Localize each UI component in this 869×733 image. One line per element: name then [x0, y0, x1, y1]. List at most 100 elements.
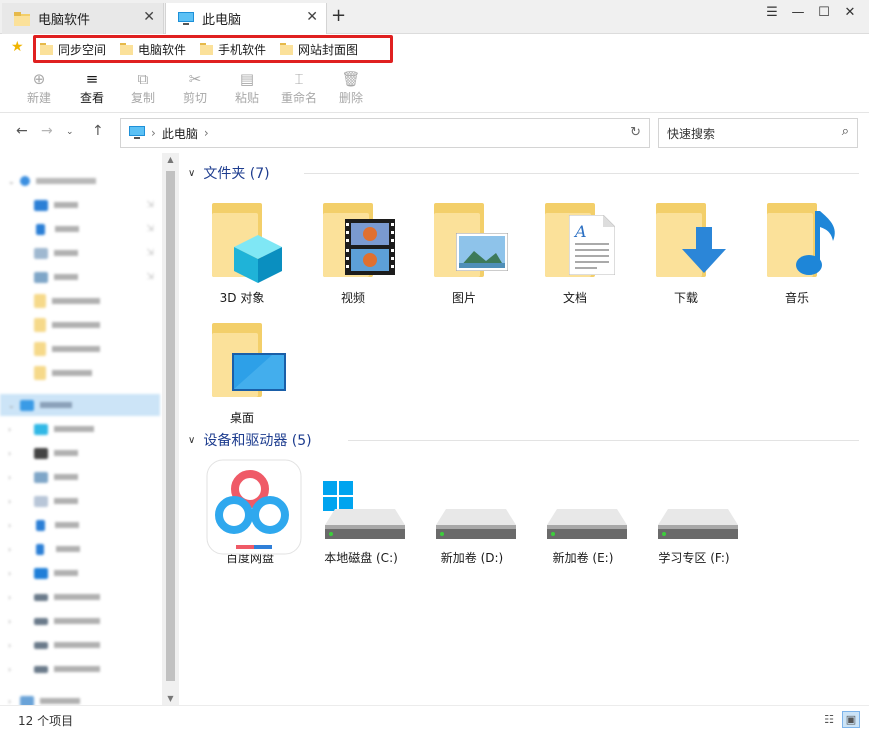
nav-item[interactable]: › — [0, 418, 160, 440]
close-tab-icon[interactable]: ✕ — [143, 9, 155, 25]
back-arrow-icon[interactable]: ← — [16, 123, 28, 139]
drive-tile-f[interactable]: 学习专区 (F:) — [640, 457, 748, 575]
navigation-pane: ⌄ ⇲ ⇲ ⇲ ⇲ ⌄ › › › › › › › › › › › › — [0, 160, 162, 705]
folder-icon — [280, 43, 294, 55]
copy-label: 复制 — [130, 91, 155, 105]
favorite-item[interactable]: 同步空间 — [40, 41, 106, 58]
baidu-netdisk-icon — [202, 457, 302, 555]
group-divider — [304, 173, 859, 174]
scroll-thumb[interactable] — [166, 171, 175, 681]
copy-icon: ⧉ — [137, 70, 149, 88]
rename-label: 重命名 — [280, 91, 317, 105]
nav-item[interactable]: › — [0, 442, 160, 464]
delete-button[interactable]: 🗑︎ 删除 — [331, 69, 371, 106]
drive-tile-c[interactable]: 本地磁盘 (C:) — [307, 457, 415, 575]
scroll-up-icon[interactable]: ▲ — [162, 155, 179, 164]
close-tab-icon[interactable]: ✕ — [306, 9, 318, 25]
drive-tile-e[interactable]: 新加卷 (E:) — [529, 457, 637, 575]
drives-group-header[interactable]: ∨ 设备和驱动器 (5) — [188, 428, 859, 452]
drive-label: 本地磁盘 (C:) — [324, 551, 398, 565]
drive-label: 学习专区 (F:) — [658, 551, 730, 565]
nav-item[interactable] — [0, 290, 160, 312]
nav-item[interactable]: › — [0, 514, 160, 536]
folder-tile-pictures[interactable]: 图片 — [410, 197, 518, 315]
tab-software[interactable]: 电脑软件 ✕ — [2, 3, 164, 34]
nav-item[interactable]: › — [0, 610, 160, 632]
large-icons-view-icon[interactable]: ▣ — [842, 711, 860, 728]
tab-this-pc[interactable]: 此电脑 ✕ — [165, 3, 327, 34]
nav-item[interactable]: › — [0, 562, 160, 584]
folder-tile-desktop[interactable]: 桌面 — [188, 317, 296, 435]
folders-group-header[interactable]: ∨ 文件夹 (7) — [188, 161, 859, 185]
search-placeholder: 快速搜索 — [667, 126, 716, 141]
close-window-button[interactable]: ✕ — [837, 5, 863, 20]
folder-tile-documents[interactable]: A 文档 — [521, 197, 629, 315]
star-icon[interactable]: ★ — [11, 39, 24, 55]
nav-item[interactable]: ⌄ — [0, 170, 160, 192]
folder-label: 图片 — [451, 291, 476, 305]
favorite-item[interactable]: 网站封面图 — [280, 41, 358, 58]
nav-item[interactable]: › — [0, 690, 160, 705]
address-row: ← → ⌄ ↑ › 此电脑 › ↻ 快速搜索 ⌕ — [0, 113, 869, 153]
delete-label: 删除 — [338, 91, 363, 105]
view-button[interactable]: ≡ 查看 — [72, 69, 112, 106]
new-tab-button[interactable]: + — [331, 6, 346, 26]
copy-button[interactable]: ⧉ 复制 — [123, 69, 163, 106]
chevron-down-icon[interactable]: ∨ — [188, 168, 195, 179]
chevron-down-icon[interactable]: ∨ — [188, 435, 195, 446]
cut-button[interactable]: ✂ 剪切 — [175, 69, 215, 106]
folder-label: 音乐 — [784, 291, 809, 305]
nav-item[interactable]: › — [0, 658, 160, 680]
cut-label: 剪切 — [182, 91, 207, 105]
minimize-button[interactable]: — — [785, 5, 811, 20]
nav-item[interactable]: › — [0, 634, 160, 656]
svg-text:A: A — [573, 222, 587, 241]
refresh-icon[interactable]: ↻ — [630, 125, 641, 140]
details-view-icon[interactable]: ☷ — [820, 711, 838, 728]
nav-item[interactable]: ⇲ — [0, 242, 160, 264]
menu-icon[interactable]: ☰ — [759, 5, 785, 20]
drive-tile-d[interactable]: 新加卷 (D:) — [418, 457, 526, 575]
favorite-label: 网站封面图 — [298, 42, 359, 57]
nav-item[interactable]: ⇲ — [0, 266, 160, 288]
folder-label: 文档 — [562, 291, 587, 305]
search-input[interactable]: 快速搜索 ⌕ — [658, 118, 858, 148]
nav-item[interactable] — [0, 314, 160, 336]
system-drive-icon — [313, 457, 409, 545]
nav-item[interactable]: › — [0, 586, 160, 608]
forward-arrow-icon[interactable]: → — [41, 123, 53, 139]
nav-item[interactable] — [0, 362, 160, 384]
scroll-down-icon[interactable]: ▼ — [162, 694, 179, 703]
nav-item[interactable]: ⇲ — [0, 218, 160, 240]
favorite-label: 手机软件 — [218, 42, 267, 57]
nav-item[interactable] — [0, 338, 160, 360]
paste-button[interactable]: ▤ 粘贴 — [227, 69, 267, 106]
drive-tile-baidu[interactable]: 百度网盘 — [196, 457, 304, 575]
nav-item[interactable]: › — [0, 466, 160, 488]
folder-tile-downloads[interactable]: 下载 — [632, 197, 740, 315]
favorite-item[interactable]: 电脑软件 — [120, 41, 186, 58]
recent-chevron-icon[interactable]: ⌄ — [66, 127, 74, 137]
address-bar[interactable]: › 此电脑 › ↻ — [120, 118, 650, 148]
title-bar: 电脑软件 ✕ 此电脑 ✕ + ☰ — ☐ ✕ — [0, 0, 869, 34]
favorite-item[interactable]: 手机软件 — [200, 41, 266, 58]
computer-icon — [178, 11, 194, 25]
search-icon[interactable]: ⌕ — [842, 124, 849, 139]
nav-item[interactable]: › — [0, 538, 160, 560]
breadcrumb-this-pc[interactable]: 此电脑 — [162, 125, 198, 142]
folder-icon — [40, 43, 53, 55]
rename-button[interactable]: ⌶ 重命名 — [279, 69, 319, 106]
folder-tile-music[interactable]: 音乐 — [743, 197, 851, 315]
paste-label: 粘贴 — [234, 91, 259, 105]
folder-label: 桌面 — [229, 411, 254, 425]
item-count: 12 个项目 — [18, 714, 74, 728]
maximize-button[interactable]: ☐ — [811, 5, 837, 20]
folder-tile-3d-objects[interactable]: 3D 对象 — [188, 197, 296, 315]
nav-item[interactable]: ⇲ — [0, 194, 160, 216]
nav-item[interactable]: › — [0, 490, 160, 512]
navigation-scrollbar[interactable]: ▲ ▼ — [162, 153, 179, 705]
up-arrow-icon[interactable]: ↑ — [92, 123, 104, 139]
folder-tile-videos[interactable]: 视频 — [299, 197, 407, 315]
new-button[interactable]: ⊕ 新建 — [19, 69, 59, 106]
nav-item-selected[interactable]: ⌄ — [0, 394, 160, 416]
